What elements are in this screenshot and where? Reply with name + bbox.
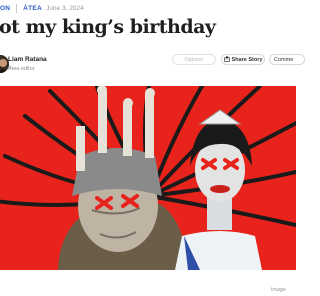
publish-date: June 3, 2024 bbox=[46, 4, 84, 12]
author-name[interactable]: Liam Ratana bbox=[8, 56, 47, 63]
share-icon bbox=[223, 55, 230, 64]
article-headline: ot my king’s birthday bbox=[0, 16, 216, 38]
image-caption: Image bbox=[270, 287, 286, 293]
comments-button[interactable]: Comme bbox=[269, 54, 305, 65]
comments-label: Comme bbox=[274, 56, 294, 63]
opinion-button[interactable]: Opinion bbox=[172, 54, 216, 65]
share-story-button[interactable]: Share Story bbox=[221, 54, 265, 65]
meta-divider bbox=[16, 3, 18, 13]
section-tag[interactable]: ON bbox=[0, 5, 10, 12]
publisher-name[interactable]: ÁTEA bbox=[23, 5, 42, 12]
author-role: Átea editor bbox=[8, 66, 35, 72]
opinion-label: Opinion bbox=[184, 56, 204, 63]
share-story-label: Share Story bbox=[231, 56, 263, 63]
hero-image bbox=[0, 86, 296, 270]
article-meta: ON ÁTEA June 3, 2024 bbox=[0, 1, 84, 15]
